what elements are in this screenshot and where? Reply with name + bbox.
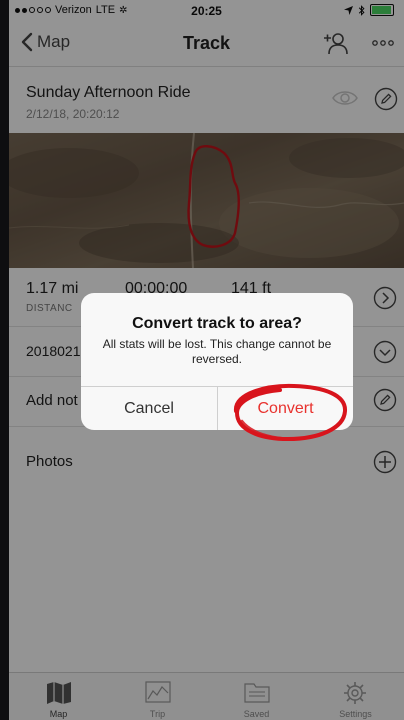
red-annotation-circle	[234, 383, 347, 442]
alert-title: Convert track to area?	[132, 315, 302, 332]
phone-screen: Verizon LTE ✲ 20:25 Map Track Sunday Aft…	[9, 0, 404, 720]
alert-message: All stats will be lost. This change cann…	[102, 337, 332, 366]
cancel-button[interactable]: Cancel	[81, 387, 217, 430]
